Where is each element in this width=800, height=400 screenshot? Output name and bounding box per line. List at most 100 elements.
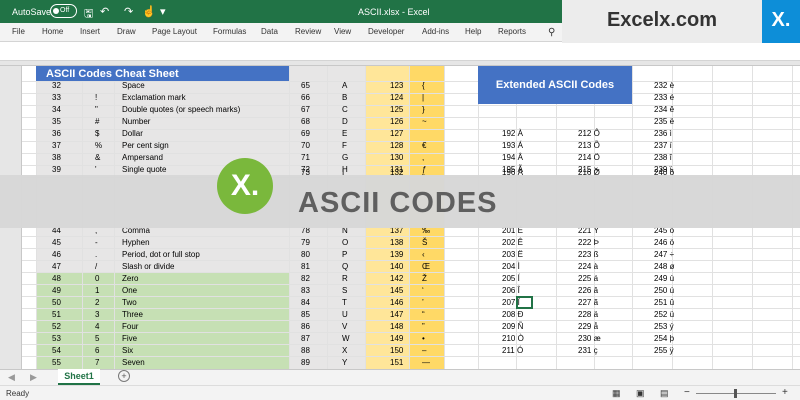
- code-cell[interactable]: 38: [52, 153, 61, 162]
- ext-cell[interactable]: 248 ø: [654, 262, 674, 271]
- char-cell[interactable]: /: [95, 262, 97, 271]
- char-cell[interactable]: Y: [342, 358, 347, 367]
- char-cell[interactable]: 2: [95, 298, 99, 307]
- ext-cell[interactable]: 251 û: [654, 298, 674, 307]
- char-cell[interactable]: X: [342, 346, 347, 355]
- char-cell[interactable]: ‹: [422, 250, 425, 259]
- char-cell[interactable]: ‘: [422, 286, 424, 295]
- description-cell[interactable]: Double quotes (or speech marks): [122, 105, 240, 114]
- code-cell[interactable]: 68: [301, 117, 310, 126]
- code-cell[interactable]: 84: [301, 298, 310, 307]
- code-cell[interactable]: 52: [52, 322, 61, 331]
- redo-icon[interactable]: ↷: [124, 5, 133, 18]
- ext-cell[interactable]: 206 Î: [502, 286, 520, 295]
- description-cell[interactable]: Number: [122, 117, 150, 126]
- ext-cell[interactable]: 210 Ò: [502, 334, 524, 343]
- page-layout-icon[interactable]: ▣: [636, 388, 645, 399]
- ext-cell[interactable]: 250 ú: [654, 286, 674, 295]
- char-cell[interactable]: 0: [95, 274, 99, 283]
- ext-cell[interactable]: 212 Ô: [578, 129, 600, 138]
- scroll-left-icon[interactable]: ◀: [8, 372, 15, 383]
- ext-cell[interactable]: 237 í: [654, 141, 672, 150]
- code-cell[interactable]: 46: [52, 250, 61, 259]
- formula-bar[interactable]: [0, 43, 800, 61]
- char-cell[interactable]: .: [95, 250, 97, 259]
- description-cell[interactable]: Dollar: [122, 129, 143, 138]
- search-icon[interactable]: ⚲: [548, 27, 555, 38]
- char-cell[interactable]: €: [422, 141, 426, 150]
- code-cell[interactable]: 127: [390, 129, 403, 138]
- char-cell[interactable]: |: [422, 93, 424, 102]
- ext-cell[interactable]: 194 Â: [502, 153, 523, 162]
- ext-cell[interactable]: 230 æ: [578, 334, 601, 343]
- char-cell[interactable]: Q: [342, 262, 348, 271]
- char-cell[interactable]: “: [422, 310, 425, 319]
- char-cell[interactable]: D: [342, 117, 348, 126]
- tab-help[interactable]: Help: [465, 27, 481, 36]
- char-cell[interactable]: —: [422, 358, 430, 367]
- char-cell[interactable]: P: [342, 250, 347, 259]
- code-cell[interactable]: 50: [52, 298, 61, 307]
- char-cell[interactable]: Š: [422, 238, 427, 247]
- code-cell[interactable]: 80: [301, 250, 310, 259]
- tab-file[interactable]: File: [12, 27, 25, 36]
- char-cell[interactable]: T: [342, 298, 347, 307]
- ext-cell[interactable]: 193 Á: [502, 141, 523, 150]
- code-cell[interactable]: 138: [390, 238, 403, 247]
- ext-cell[interactable]: 227 ã: [578, 298, 598, 307]
- code-cell[interactable]: 139: [390, 250, 403, 259]
- code-cell[interactable]: 146: [390, 298, 403, 307]
- code-cell[interactable]: 82: [301, 274, 310, 283]
- char-cell[interactable]: F: [342, 141, 347, 150]
- char-cell[interactable]: {: [422, 81, 425, 90]
- zoom-out-icon[interactable]: −: [684, 387, 690, 398]
- ext-cell[interactable]: 213 Õ: [578, 141, 600, 150]
- code-cell[interactable]: 34: [52, 105, 61, 114]
- ext-cell[interactable]: 214 Ö: [578, 153, 600, 162]
- tab-data[interactable]: Data: [261, 27, 278, 36]
- ext-cell[interactable]: 205 Í: [502, 274, 520, 283]
- char-cell[interactable]: A: [342, 81, 347, 90]
- zoom-slider-thumb[interactable]: [734, 389, 737, 398]
- zoom-in-icon[interactable]: +: [782, 387, 788, 398]
- ext-cell[interactable]: 211 Ó: [502, 346, 523, 355]
- scroll-right-icon[interactable]: ▶: [30, 372, 37, 383]
- code-cell[interactable]: 33: [52, 93, 61, 102]
- char-cell[interactable]: R: [342, 274, 348, 283]
- ext-cell[interactable]: 247 ÷: [654, 250, 674, 259]
- code-cell[interactable]: 65: [301, 81, 310, 90]
- description-cell[interactable]: Five: [122, 334, 137, 343]
- description-cell[interactable]: Ampersand: [122, 153, 163, 162]
- code-cell[interactable]: 55: [52, 358, 61, 367]
- description-cell[interactable]: Slash or divide: [122, 262, 174, 271]
- code-cell[interactable]: 151: [390, 358, 403, 367]
- char-cell[interactable]: $: [95, 129, 99, 138]
- tab-home[interactable]: Home: [42, 27, 63, 36]
- ext-cell[interactable]: 202 Ê: [502, 238, 523, 247]
- code-cell[interactable]: 87: [301, 334, 310, 343]
- tab-insert[interactable]: Insert: [80, 27, 100, 36]
- autosave-toggle[interactable]: Off: [50, 4, 77, 18]
- char-cell[interactable]: C: [342, 105, 348, 114]
- code-cell[interactable]: 45: [52, 238, 61, 247]
- description-cell[interactable]: Three: [122, 310, 143, 319]
- code-cell[interactable]: 124: [390, 93, 403, 102]
- undo-icon[interactable]: ↶: [100, 5, 109, 18]
- ext-cell[interactable]: 254 þ: [654, 334, 674, 343]
- char-cell[interactable]: –: [422, 346, 426, 355]
- char-cell[interactable]: ”: [422, 322, 425, 331]
- tab-developer[interactable]: Developer: [368, 27, 404, 36]
- ext-cell[interactable]: 203 Ë: [502, 250, 523, 259]
- code-cell[interactable]: 140: [390, 262, 403, 271]
- code-cell[interactable]: 130: [390, 153, 403, 162]
- ext-cell[interactable]: 204 Ì: [502, 262, 520, 271]
- ext-cell[interactable]: 255 ÿ: [654, 346, 674, 355]
- code-cell[interactable]: 36: [52, 129, 61, 138]
- char-cell[interactable]: 3: [95, 310, 99, 319]
- description-cell[interactable]: Two: [122, 298, 137, 307]
- char-cell[interactable]: ": [95, 105, 98, 114]
- ext-cell[interactable]: 249 ù: [654, 274, 674, 283]
- touch-mode-icon[interactable]: ☝: [142, 5, 156, 18]
- ext-cell[interactable]: 231 ç: [578, 346, 598, 355]
- code-cell[interactable]: 32: [52, 81, 61, 90]
